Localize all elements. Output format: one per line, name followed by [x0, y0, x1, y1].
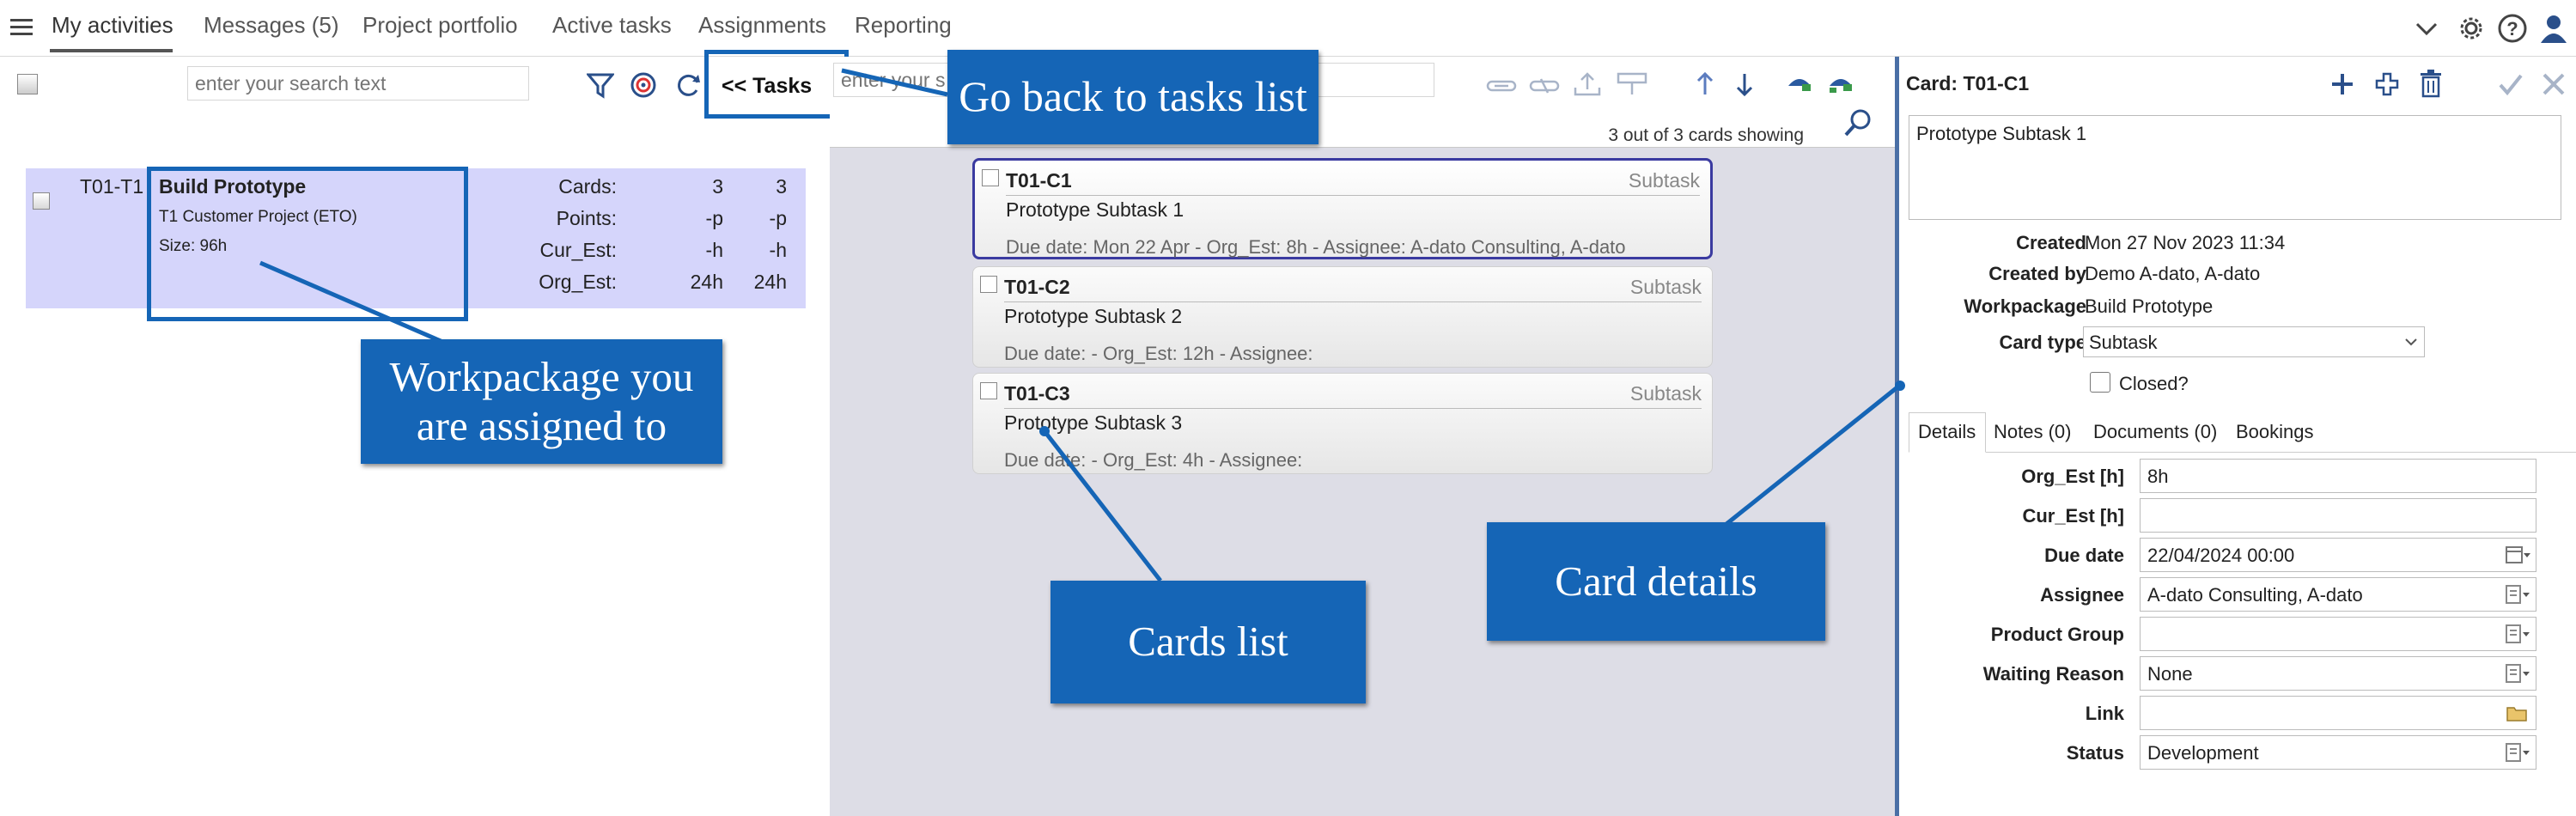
callout-workpackage: Workpackage you are assigned to: [361, 339, 722, 464]
callout-details: Card details: [1487, 522, 1825, 641]
callout-cards: Cards list: [1050, 581, 1366, 703]
callout-tasks: Go back to tasks list: [947, 50, 1318, 144]
